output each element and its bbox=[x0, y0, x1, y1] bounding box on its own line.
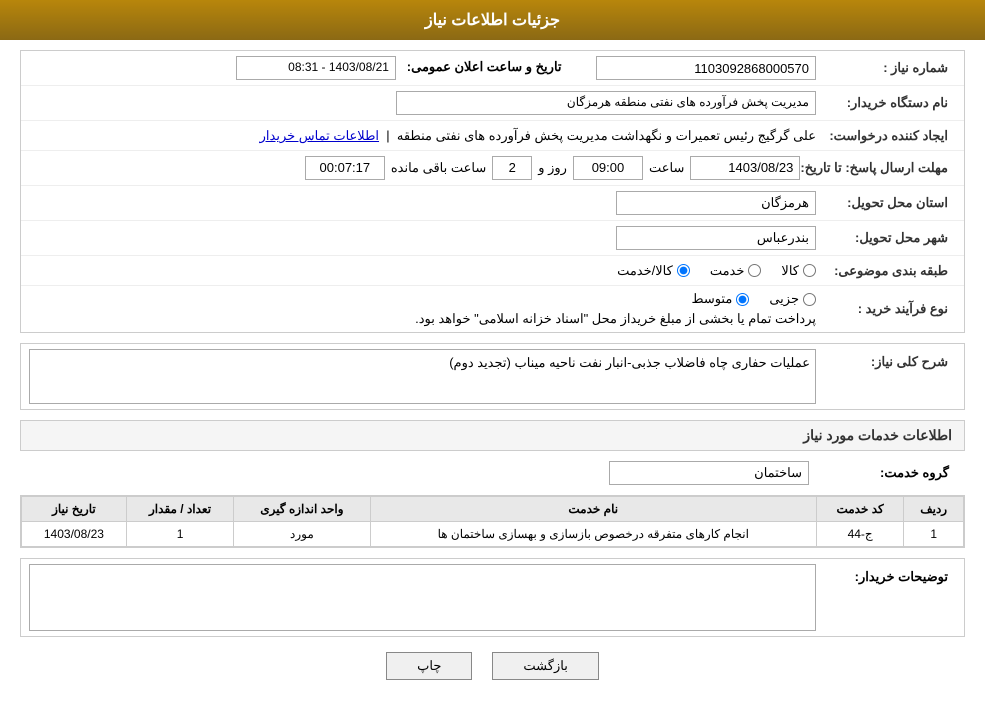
services-table-wrapper: ردیف کد خدمت نام خدمت واحد اندازه گیری ت… bbox=[20, 495, 965, 548]
send-date-row: مهلت ارسال پاسخ: تا تاریخ: 1403/08/23 سا… bbox=[21, 151, 964, 186]
print-button[interactable]: چاپ bbox=[386, 652, 472, 680]
send-time-label: ساعت bbox=[649, 160, 684, 176]
button-row: بازگشت چاپ bbox=[20, 652, 965, 680]
send-day-box: 2 bbox=[492, 156, 532, 180]
send-time-box: 09:00 bbox=[573, 156, 643, 180]
creator-contact-link[interactable]: اطلاعات تماس خریدار bbox=[260, 128, 379, 143]
time-inline: 1403/08/23 ساعت 09:00 روز و 2 ساعت باقی … bbox=[29, 156, 800, 180]
group-label: گروه خدمت: bbox=[817, 465, 957, 481]
description-section: شرح کلی نیاز: عملیات حفاری چاه فاضلاب جذ… bbox=[20, 343, 965, 410]
description-box: عملیات حفاری چاه فاضلاب جذبی-انبار نفت ن… bbox=[29, 349, 816, 404]
col-date: تاریخ نیاز bbox=[22, 497, 127, 522]
buyer-notes-label: توضیحات خریدار: bbox=[816, 564, 956, 585]
services-title: اطلاعات خدمات مورد نیاز bbox=[20, 420, 965, 451]
province-label: استان محل تحویل: bbox=[816, 195, 956, 211]
col-row-num: ردیف bbox=[904, 497, 964, 522]
purchase-note: پرداخت تمام یا بخشی از مبلغ خریداز محل "… bbox=[29, 311, 816, 327]
buyer-station-row: نام دستگاه خریدار: مدیریت پخش فرآورده ها… bbox=[21, 86, 964, 121]
category-khedmat-label: خدمت bbox=[710, 263, 745, 279]
content-area: شماره نیاز : 1103092868000570 تاریخ و سا… bbox=[0, 40, 985, 710]
table-header-row: ردیف کد خدمت نام خدمت واحد اندازه گیری ت… bbox=[22, 497, 964, 522]
need-number-box: 1103092868000570 bbox=[596, 56, 816, 80]
description-text: عملیات حفاری چاه فاضلاب جذبی-انبار نفت ن… bbox=[449, 355, 810, 370]
page-header: جزئیات اطلاعات نیاز bbox=[0, 0, 985, 40]
category-kala-khedmat-label: کالا/خدمت bbox=[617, 263, 673, 279]
services-table: ردیف کد خدمت نام خدمت واحد اندازه گیری ت… bbox=[21, 496, 964, 547]
purchase-jozi[interactable]: جزیی bbox=[769, 291, 816, 307]
category-label: طبقه بندی موضوعی: bbox=[816, 263, 956, 279]
category-radio-kala[interactable]: کالا bbox=[781, 263, 816, 279]
back-button[interactable]: بازگشت bbox=[492, 652, 598, 680]
buyer-desc-row: توضیحات خریدار: bbox=[21, 559, 964, 636]
purchase-motavasset-label: متوسط bbox=[691, 291, 732, 307]
purchase-type-row: نوع فرآیند خرید : جزیی متوسط پرداخت تمام… bbox=[21, 286, 964, 332]
category-radios: کالا خدمت کالا/خدمت bbox=[29, 263, 816, 279]
city-label: شهر محل تحویل: bbox=[816, 230, 956, 246]
send-date-values: 1403/08/23 ساعت 09:00 روز و 2 ساعت باقی … bbox=[29, 156, 800, 180]
city-row: شهر محل تحویل: بندرعباس bbox=[21, 221, 964, 256]
buyer-station-label: نام دستگاه خریدار: bbox=[816, 95, 956, 111]
col-service-code: کد خدمت bbox=[816, 497, 903, 522]
send-date-box: 1403/08/23 bbox=[690, 156, 800, 180]
page-title: جزئیات اطلاعات نیاز bbox=[425, 12, 560, 29]
main-form-section: شماره نیاز : 1103092868000570 تاریخ و سا… bbox=[20, 50, 965, 333]
remaining-label: ساعت باقی مانده bbox=[391, 160, 486, 176]
send-day-label: روز و bbox=[538, 160, 567, 176]
col-unit: واحد اندازه گیری bbox=[234, 497, 370, 522]
creator-text: علی گرگیج رئیس تعمیرات و نگهداشت مدیریت … bbox=[397, 128, 816, 143]
category-radio-khedmat[interactable]: خدمت bbox=[710, 263, 762, 279]
city-box: بندرعباس bbox=[616, 226, 816, 250]
city-value: بندرعباس bbox=[29, 226, 816, 250]
creator-row: ایجاد کننده درخواست: علی گرگیج رئیس تعمی… bbox=[21, 121, 964, 151]
creator-value: علی گرگیج رئیس تعمیرات و نگهداشت مدیریت … bbox=[29, 128, 816, 144]
group-row: گروه خدمت: ساختمان bbox=[20, 456, 965, 490]
buyer-station-box: مدیریت پخش فرآورده های نفتی منطقه هرمزگا… bbox=[396, 91, 816, 115]
send-date-label: مهلت ارسال پاسخ: تا تاریخ: bbox=[800, 160, 956, 176]
province-row: استان محل تحویل: هرمزگان bbox=[21, 186, 964, 221]
group-value: ساختمان bbox=[609, 461, 809, 485]
category-row: طبقه بندی موضوعی: کالا خدمت کالا/خدمت bbox=[21, 256, 964, 286]
buyer-notes-content bbox=[30, 565, 815, 630]
description-value-wrapper: عملیات حفاری چاه فاضلاب جذبی-انبار نفت ن… bbox=[29, 349, 816, 404]
category-kala-label: کالا bbox=[781, 263, 799, 279]
purchase-motavasset[interactable]: متوسط bbox=[691, 291, 749, 307]
col-service-name: نام خدمت bbox=[370, 497, 816, 522]
col-quantity: تعداد / مقدار bbox=[126, 497, 233, 522]
description-label: شرح کلی نیاز: bbox=[816, 349, 956, 370]
announce-label: تاریخ و ساعت اعلان عمومی: bbox=[407, 59, 562, 74]
creator-label: ایجاد کننده درخواست: bbox=[816, 128, 956, 144]
purchase-type-value: جزیی متوسط پرداخت تمام یا بخشی از مبلغ خ… bbox=[29, 291, 816, 327]
category-radio-kala-khedmat[interactable]: کالا/خدمت bbox=[617, 263, 690, 279]
need-number-label: شماره نیاز : bbox=[816, 60, 956, 76]
purchase-type-radios: جزیی متوسط bbox=[29, 291, 816, 307]
remaining-box: 00:07:17 bbox=[305, 156, 385, 180]
table-row: 1ج-44انجام کارهای متفرقه درخصوص بازسازی … bbox=[22, 522, 964, 547]
announce-value: 1403/08/21 - 08:31 bbox=[236, 56, 396, 80]
description-row: شرح کلی نیاز: عملیات حفاری چاه فاضلاب جذ… bbox=[21, 344, 964, 409]
need-number-value: 1103092868000570 تاریخ و ساعت اعلان عموم… bbox=[29, 56, 816, 80]
province-box: هرمزگان bbox=[616, 191, 816, 215]
province-value: هرمزگان bbox=[29, 191, 816, 215]
buyer-notes-box bbox=[29, 564, 816, 631]
buyer-notes-section: توضیحات خریدار: bbox=[20, 558, 965, 637]
buyer-station-value: مدیریت پخش فرآورده های نفتی منطقه هرمزگا… bbox=[29, 91, 816, 115]
purchase-jozi-label: جزیی bbox=[769, 291, 799, 307]
page-wrapper: جزئیات اطلاعات نیاز شماره نیاز : 1103092… bbox=[0, 0, 985, 710]
purchase-type-label: نوع فرآیند خرید : bbox=[816, 301, 956, 317]
need-number-row: شماره نیاز : 1103092868000570 تاریخ و سا… bbox=[21, 51, 964, 86]
